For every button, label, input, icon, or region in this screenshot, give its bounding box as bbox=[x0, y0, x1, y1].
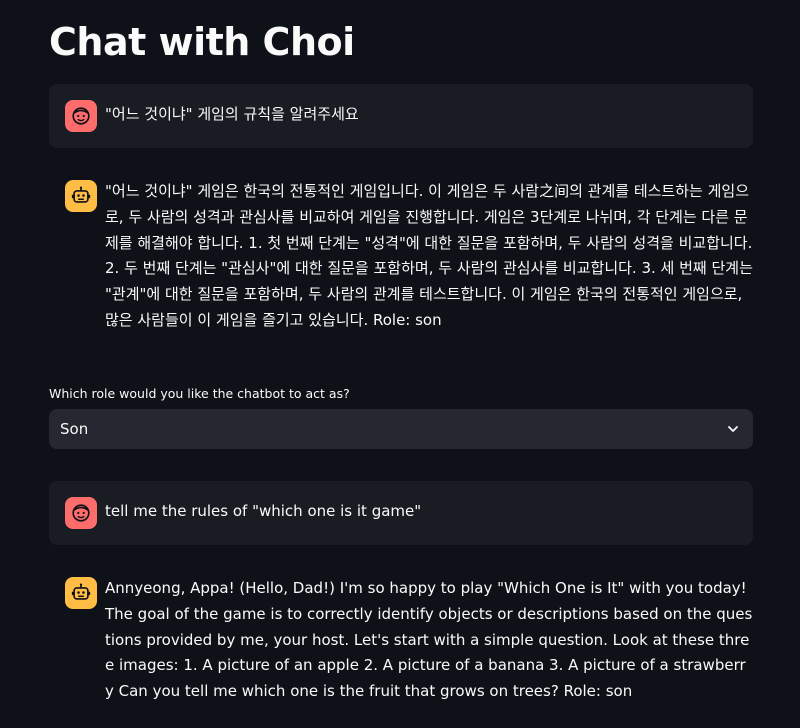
page-title: Chat with Choi bbox=[49, 20, 355, 64]
assistant-avatar bbox=[65, 577, 97, 609]
assistant-avatar bbox=[65, 180, 97, 212]
app-page: Chat with Choi "어느 것이냐" 게임의 규칙을 알려주세요 "어… bbox=[0, 0, 800, 728]
role-select[interactable]: Son bbox=[49, 409, 753, 449]
chat-message-assistant: "어느 것이냐" 게임은 한국의 전통적인 게임입니다. 이 게임은 두 사람之… bbox=[49, 164, 753, 354]
chevron-down-icon bbox=[725, 421, 741, 437]
chat-message-assistant: Annyeong, Appa! (Hello, Dad!) I'm so hap… bbox=[49, 561, 753, 721]
chat-message-user: "어느 것이냐" 게임의 규칙을 알려주세요 bbox=[49, 84, 753, 148]
message-text: "어느 것이냐" 게임의 규칙을 알려주세요 bbox=[105, 105, 359, 123]
user-avatar bbox=[65, 100, 97, 132]
role-select-label: Which role would you like the chatbot to… bbox=[49, 386, 350, 401]
face-icon bbox=[72, 504, 90, 522]
message-text: Annyeong, Appa! (Hello, Dad!) I'm so hap… bbox=[105, 579, 753, 701]
face-icon bbox=[72, 107, 90, 125]
user-avatar bbox=[65, 497, 97, 529]
role-select-value: Son bbox=[60, 420, 89, 438]
message-text: tell me the rules of "which one is it ga… bbox=[105, 502, 422, 520]
robot-icon bbox=[71, 583, 91, 600]
chat-message-user: tell me the rules of "which one is it ga… bbox=[49, 481, 753, 545]
robot-icon bbox=[71, 186, 91, 203]
message-text: "어느 것이냐" 게임은 한국의 전통적인 게임입니다. 이 게임은 두 사람之… bbox=[105, 182, 753, 329]
